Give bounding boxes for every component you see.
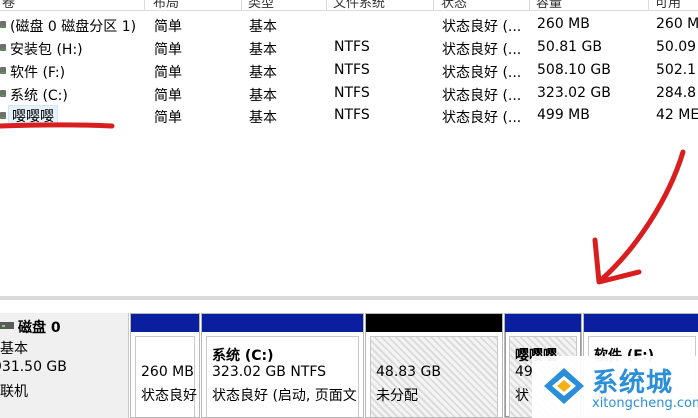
capacity: 323.02 GB [537,85,611,101]
status: 状态良好 (... [442,88,522,104]
volume-icon [0,44,6,51]
volume-icon [0,90,6,97]
type: 基本 [249,110,277,126]
table-row[interactable]: 软件 (F:) 简单 基本 NTFS 状态良好 (... 508.10 GB 5… [0,59,698,81]
type: 基本 [249,88,277,104]
watermark-brand: 系统城 [592,368,674,398]
partition-status: 状态良好 [141,388,197,404]
filesystem: NTFS [334,62,370,78]
capacity: 50.81 GB [537,39,602,55]
partition-status: 未分配 [376,388,418,404]
free-space: 50.09 [656,39,697,55]
type: 基本 [249,65,277,81]
layout: 简单 [154,42,182,58]
capacity: 499 MB [537,107,590,123]
disk-state: 联机 [0,384,28,400]
partition-bar [505,314,581,332]
unallocated-block[interactable]: 48.83 GB 未分配 [365,313,503,418]
partition-block[interactable]: 系统 (C:) 323.02 GB NTFS 状态良好 (启动, 页面文 [201,313,364,418]
watermark: 系统城 xitongcheng.com [532,356,698,418]
partition-status: 状 [515,388,529,404]
volume-icon [0,21,6,28]
filesystem: NTFS [334,107,370,123]
table-row[interactable]: 系统 (C:) 简单 基本 NTFS 状态良好 (... 323.02 GB 2… [0,82,698,104]
volume-name: 安装包 (H:) [10,42,83,58]
disk-type: 基本 [0,341,28,357]
column-header-free[interactable]: 可用 [649,0,698,10]
volume-name: 软件 (F:) [10,65,66,81]
column-header-status[interactable]: 状态 [435,0,530,10]
volume-name: (磁盘 0 磁盘分区 1) [10,19,137,35]
filesystem: NTFS [334,39,370,55]
partition-block[interactable]: 260 MB 状态良好 [130,313,200,418]
volume-icon [0,67,6,74]
filesystem: NTFS [334,85,370,101]
free-space: 260 M [656,16,698,32]
disk-info-panel[interactable]: 磁盘 0 基本 931.50 GB 联机 [0,313,129,418]
watermark-logo-icon [544,368,584,404]
volume-name: 系统 (C:) [10,88,68,104]
status: 状态良好 (... [442,65,522,81]
status: 状态良好 (... [442,42,522,58]
capacity: 260 MB [537,16,590,32]
partition-bar [366,314,502,332]
partition-size: 49 [515,364,533,380]
volume-list-header: 卷 布局 类型 文件系统 状态 容量 可用 [0,0,698,11]
partition-bar [202,314,363,332]
type: 基本 [249,42,277,58]
layout: 简单 [154,88,182,104]
type: 基本 [249,19,277,35]
column-header-type[interactable]: 类型 [242,0,327,10]
free-space: 502.1 [656,62,697,78]
free-space: 42 ME [656,107,698,123]
disk-size: 931.50 GB [0,359,67,375]
capacity: 508.10 GB [537,62,611,78]
disk-name: 磁盘 0 [18,320,61,336]
column-header-layout[interactable]: 布局 [147,0,242,10]
status: 状态良好 (... [442,19,522,35]
column-header-capacity[interactable]: 容量 [530,0,649,10]
partition-size: 48.83 GB [376,364,441,380]
layout: 简单 [154,65,182,81]
table-row[interactable]: 安装包 (H:) 简单 基本 NTFS 状态良好 (... 50.81 GB 5… [0,36,698,58]
status: 状态良好 (... [442,110,522,126]
watermark-site: xitongcheng.com [592,396,698,411]
column-header-filesystem[interactable]: 文件系统 [327,0,434,10]
disk-icon [0,322,14,329]
table-row[interactable]: (磁盘 0 磁盘分区 1) 简单 基本 状态良好 (... 260 MB 260… [0,13,698,35]
column-header-volume[interactable]: 卷 [0,0,145,10]
partition-status: 状态良好 (启动, 页面文 [212,388,357,404]
partition-bar [131,314,199,332]
free-space: 284.8 [656,85,697,101]
layout: 简单 [154,19,182,35]
red-underline-annotation [0,122,115,129]
red-arrow-annotation [592,149,686,285]
partition-size: 260 MB [141,364,194,380]
partition-name: 系统 (C:) [212,348,274,364]
partition-bar [584,314,698,332]
partition-size: 323.02 GB NTFS [212,364,327,380]
layout: 简单 [154,110,182,126]
